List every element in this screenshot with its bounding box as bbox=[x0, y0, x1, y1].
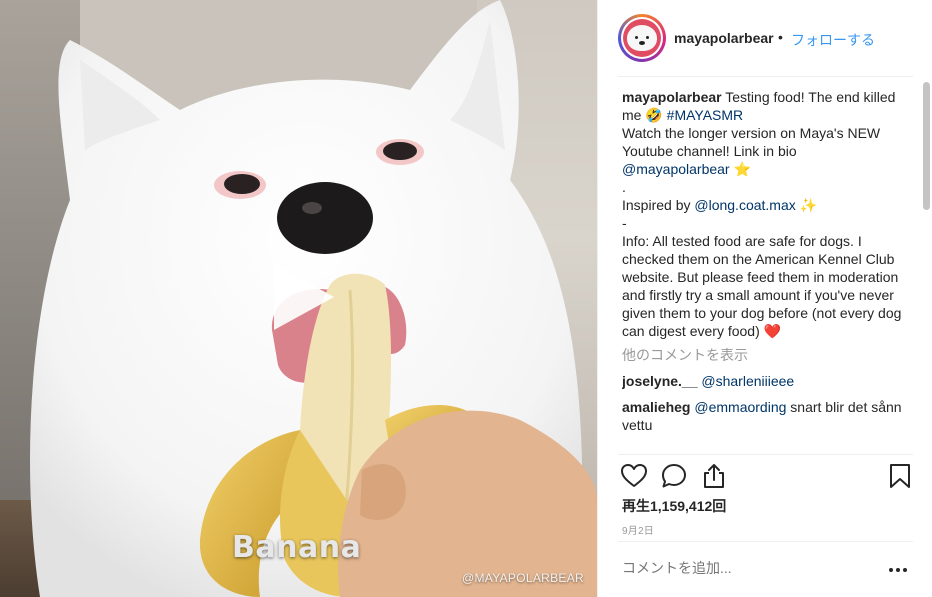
caption-hashtag-link[interactable]: #MAYASMR bbox=[667, 107, 744, 123]
comment-mention-link[interactable]: @emmaording bbox=[694, 399, 786, 415]
comment-username-link[interactable]: amalieheg bbox=[622, 399, 690, 415]
avatar-story-ring[interactable] bbox=[618, 14, 666, 62]
avatar-dog-face bbox=[627, 25, 657, 51]
caption-emoji: ✨ bbox=[799, 197, 818, 213]
header-separator: • bbox=[778, 29, 783, 45]
caption-line: Info: All tested food are safe for dogs.… bbox=[622, 233, 902, 339]
comments-scroll-area[interactable]: mayapolarbear Testing food! The end kill… bbox=[622, 88, 914, 454]
comment-item: joselyne.__ @sharleniiieee bbox=[622, 372, 914, 390]
avatar-eye bbox=[635, 36, 638, 39]
header-username-link[interactable]: mayapolarbear bbox=[674, 30, 774, 46]
post-header: mayapolarbear • フォローする bbox=[598, 0, 932, 76]
caption-line: . bbox=[622, 179, 626, 195]
caption-mention-link[interactable]: @long.coat.max bbox=[694, 197, 795, 213]
share-upload-icon[interactable] bbox=[700, 462, 728, 490]
comment-username-link[interactable]: joselyne.__ bbox=[622, 373, 698, 389]
post-side-panel: mayapolarbear • フォローする mayapolarbear Tes… bbox=[597, 0, 932, 597]
add-comment-input[interactable] bbox=[622, 560, 872, 576]
post-media[interactable]: Banana @MAYAPOLARBEAR bbox=[0, 0, 597, 597]
caption-line: Watch the longer version on Maya's NEW Y… bbox=[622, 125, 881, 159]
avatar-image bbox=[623, 19, 661, 57]
avatar-nose bbox=[639, 41, 645, 45]
comment-box-divider bbox=[618, 541, 913, 542]
comments-scrollbar[interactable] bbox=[923, 82, 930, 452]
avatar[interactable] bbox=[621, 17, 663, 59]
caption-mention-link[interactable]: @mayapolarbear bbox=[622, 161, 730, 177]
video-watermark: @MAYAPOLARBEAR bbox=[462, 571, 584, 585]
caption-emoji: 🤣 bbox=[645, 107, 663, 123]
bookmark-icon[interactable] bbox=[886, 462, 914, 490]
caption-line: - bbox=[622, 215, 627, 231]
comment-bubble-icon[interactable] bbox=[660, 462, 688, 490]
more-dots-icon[interactable] bbox=[888, 566, 908, 574]
follow-button[interactable]: フォローする bbox=[791, 30, 875, 50]
video-caption-overlay: Banana bbox=[232, 530, 362, 565]
header-divider bbox=[618, 76, 913, 77]
actions-divider bbox=[618, 454, 913, 455]
caption-username-link[interactable]: mayapolarbear bbox=[622, 89, 722, 105]
post-date[interactable]: 9月2日 bbox=[622, 522, 654, 537]
play-icon[interactable] bbox=[268, 262, 338, 332]
caption-line: Inspired by bbox=[622, 197, 691, 213]
view-count[interactable]: 再生1,159,412回 bbox=[622, 496, 726, 516]
comment-item: amalieheg @emmaording snart blir det sån… bbox=[622, 398, 914, 434]
caption-emoji: ❤️ bbox=[763, 323, 782, 339]
view-more-comments-link[interactable]: 他のコメントを表示 bbox=[622, 346, 914, 364]
post-caption: mayapolarbear Testing food! The end kill… bbox=[622, 88, 914, 340]
scrollbar-thumb[interactable] bbox=[923, 82, 930, 210]
heart-icon[interactable] bbox=[620, 462, 648, 490]
avatar-eye bbox=[646, 36, 649, 39]
caption-emoji: ⭐ bbox=[733, 161, 751, 177]
comment-mention-link[interactable]: @sharleniiieee bbox=[701, 373, 794, 389]
